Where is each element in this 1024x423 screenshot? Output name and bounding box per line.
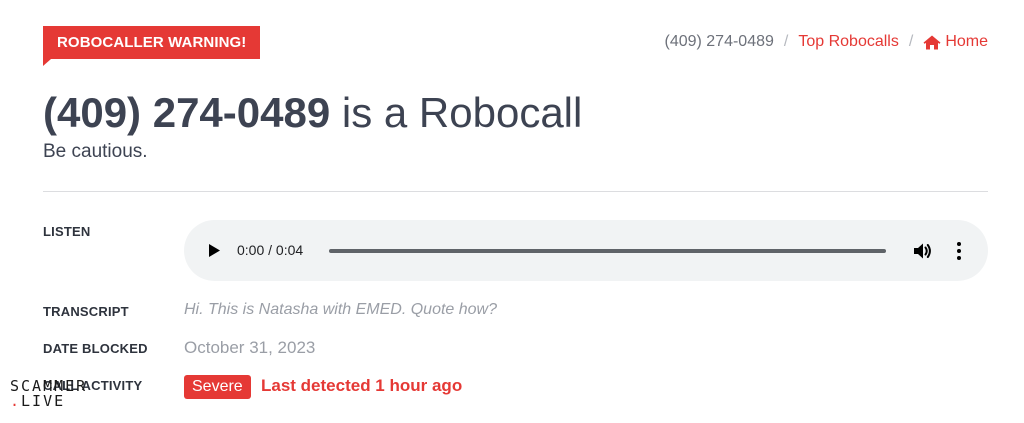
divider: [43, 191, 988, 192]
date-blocked-value: October 31, 2023: [184, 338, 316, 357]
breadcrumb-separator: /: [783, 33, 789, 50]
severity-badge: Severe: [184, 375, 251, 399]
badge-tail: [43, 59, 51, 66]
volume-icon[interactable]: [912, 240, 934, 262]
home-link-label: Home: [945, 33, 988, 50]
page-subtitle: Be cautious.: [43, 141, 148, 162]
transcript-label: TRANSCRIPT: [43, 304, 129, 319]
breadcrumb-separator: /: [908, 33, 914, 50]
breadcrumb: (409) 274-0489 / Top Robocalls / Home: [664, 31, 988, 53]
more-vertical-icon[interactable]: [954, 240, 964, 262]
watermark-dot: .: [10, 392, 22, 410]
play-icon[interactable]: [206, 242, 222, 259]
page-title: (409) 274-0489 is a Robocall: [43, 88, 582, 138]
title-suffix: is a Robocall: [341, 89, 583, 136]
breadcrumb-top-robocalls-link[interactable]: Top Robocalls: [798, 31, 899, 53]
listen-label: LISTEN: [43, 224, 91, 239]
phone-number: (409) 274-0489: [43, 89, 331, 136]
breadcrumb-current: (409) 274-0489: [664, 33, 774, 50]
last-detected-text: Last detected 1 hour ago: [261, 376, 463, 395]
badge-label: ROBOCALLER WARNING!: [57, 34, 247, 51]
player-time: 0:00 / 0:04: [237, 242, 304, 258]
audio-player[interactable]: 0:00 / 0:04: [184, 220, 988, 281]
watermark-line2: LIVE: [21, 392, 66, 410]
scammer-live-watermark: SCAMMER .LIVE: [10, 379, 87, 409]
home-icon: [923, 35, 941, 50]
transcript-text: Hi. This is Natasha with EMED. Quote how…: [184, 301, 498, 318]
breadcrumb-home-link[interactable]: Home: [923, 31, 988, 53]
date-blocked-label: DATE BLOCKED: [43, 341, 148, 356]
progress-slider[interactable]: [329, 249, 886, 253]
robocaller-warning-badge: ROBOCALLER WARNING!: [43, 26, 261, 66]
